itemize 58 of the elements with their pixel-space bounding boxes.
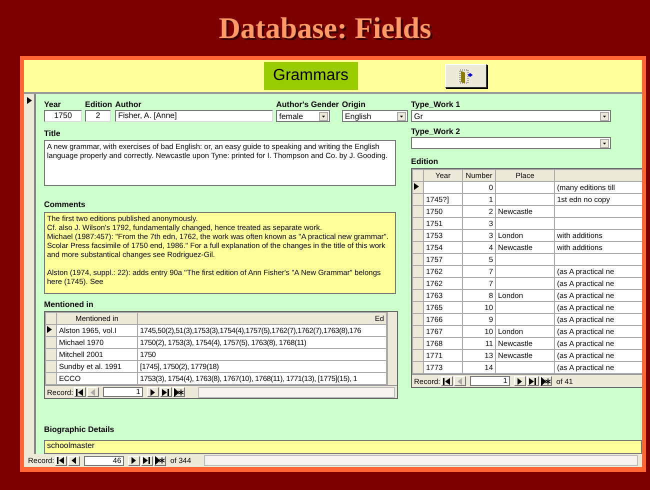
new-record-button[interactable] — [173, 387, 186, 397]
form-title: Grammars — [264, 62, 358, 90]
new-record-button[interactable] — [154, 456, 166, 466]
record-selector-icon — [26, 97, 32, 104]
gender-dropdown[interactable]: female — [276, 110, 330, 122]
first-record-icon — [442, 376, 452, 386]
last-record-icon — [528, 376, 538, 386]
dropdown-icon[interactable] — [600, 138, 609, 148]
door-icon — [459, 68, 473, 84]
current-row-icon — [47, 326, 52, 332]
year-field[interactable]: 1750 — [44, 110, 82, 122]
field-label: Author's Gender — [276, 100, 339, 109]
dropdown-icon[interactable] — [319, 112, 328, 120]
first-record-button[interactable] — [55, 456, 68, 466]
field-label: Biographic Details — [44, 425, 114, 434]
field-label: Title — [44, 129, 62, 138]
last-record-button[interactable] — [527, 376, 540, 386]
next-record-button[interactable] — [147, 387, 160, 397]
dropdown-icon[interactable] — [600, 112, 609, 120]
vertical-scrollbar[interactable] — [387, 312, 397, 385]
current-row-icon — [414, 182, 419, 190]
slide-title: Database: Fields — [218, 11, 432, 47]
horizontal-scrollbar[interactable] — [198, 386, 395, 398]
first-record-icon — [75, 388, 86, 396]
next-record-button[interactable] — [128, 456, 140, 466]
edition-field[interactable]: 2 — [85, 110, 111, 122]
first-record-icon — [56, 456, 66, 465]
field-label: Edition — [85, 100, 112, 109]
new-record-icon — [155, 456, 166, 465]
row-selector[interactable] — [412, 182, 424, 194]
last-record-icon — [161, 388, 172, 396]
author-field[interactable]: Fisher, A. [Anne] — [115, 110, 274, 122]
prev-record-button[interactable] — [68, 456, 80, 466]
origin-dropdown[interactable]: English — [342, 110, 408, 122]
type-work-dropdown[interactable] — [411, 137, 611, 149]
new-record-icon — [174, 388, 184, 396]
horizontal-scrollbar[interactable] — [204, 455, 638, 466]
new-record-button[interactable] — [540, 376, 552, 386]
biographic-field[interactable]: schoolmaster — [44, 440, 642, 454]
dropdown-icon[interactable] — [396, 112, 406, 120]
field-label: Comments — [44, 200, 86, 209]
subform-label: Mentioned in — [44, 300, 94, 309]
last-record-icon — [142, 456, 152, 465]
type-work-dropdown[interactable]: Gr — [411, 110, 611, 122]
field-label: Type_Work 2 — [411, 127, 462, 136]
field-label: Author — [115, 100, 142, 109]
exit-button[interactable] — [445, 64, 487, 88]
new-record-icon — [541, 376, 552, 386]
subform-label: Edition — [411, 157, 440, 166]
field-label: Origin — [342, 100, 366, 109]
first-record-button[interactable] — [74, 387, 86, 397]
last-record-button[interactable] — [160, 387, 172, 397]
next-record-button[interactable] — [514, 376, 526, 386]
field-label: Year — [44, 100, 62, 109]
last-record-button[interactable] — [141, 456, 154, 466]
row-selector[interactable] — [46, 324, 56, 336]
first-record-button[interactable] — [441, 376, 454, 386]
field-label: Type_Work 1 — [411, 100, 462, 109]
